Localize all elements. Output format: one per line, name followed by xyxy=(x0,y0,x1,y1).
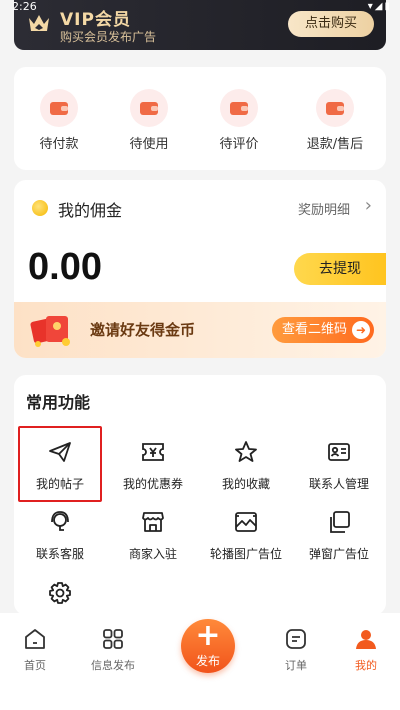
wallet-icon xyxy=(40,89,78,127)
contact-card-icon xyxy=(328,443,350,461)
nav-label: 订单 xyxy=(285,659,307,672)
order-pending-payment[interactable]: 待付款 xyxy=(24,89,94,152)
order-to-use[interactable]: 待使用 xyxy=(114,89,184,152)
order-label: 退款/售后 xyxy=(306,137,364,152)
vip-title: VIP会员 xyxy=(60,10,131,30)
func-contact-management[interactable]: 联系人管理 xyxy=(294,439,384,492)
store-icon xyxy=(142,512,164,532)
publish-label: 发布 xyxy=(195,654,220,668)
functions-card: 常用功能 我的帖子 我的优惠券 我的收藏 联系人管理 联系客服 商家入驻 轮播图… xyxy=(14,375,386,615)
func-label: 我的优惠券 xyxy=(122,477,183,491)
func-my-coupons[interactable]: 我的优惠券 xyxy=(108,439,198,492)
nav-info-publish[interactable]: 信息发布 xyxy=(78,627,148,673)
user-icon xyxy=(356,630,376,649)
func-label: 轮播图广告位 xyxy=(209,547,282,561)
func-merchant-join[interactable]: 商家入驻 xyxy=(108,509,198,562)
func-label: 联系人管理 xyxy=(308,477,369,491)
nav-label: 首页 xyxy=(24,659,46,672)
withdraw-button[interactable]: 去提现 xyxy=(294,253,386,285)
order-to-review[interactable]: 待评价 xyxy=(204,89,274,152)
nav-orders[interactable]: 订单 xyxy=(261,627,331,673)
status-icons: ▾◢▮ xyxy=(367,1,392,12)
func-customer-service[interactable]: 联系客服 xyxy=(15,509,105,562)
commission-title: 我的佣金 xyxy=(58,201,123,220)
publish-button[interactable]: + 发布 xyxy=(181,619,235,673)
func-label: 弹窗广告位 xyxy=(308,547,369,561)
coupon-icon xyxy=(142,443,164,461)
chevron-right-icon[interactable]: › xyxy=(365,195,372,216)
invite-banner[interactable]: 邀请好友得金币 查看二维码 ➜ xyxy=(14,302,386,358)
reward-detail-link[interactable]: 奖励明细 xyxy=(298,199,350,218)
crown-icon xyxy=(29,15,49,31)
order-refund[interactable]: 退款/售后 xyxy=(300,89,370,152)
wallet-icon xyxy=(220,89,258,127)
order-label: 待使用 xyxy=(129,137,169,152)
order-icon xyxy=(286,629,306,649)
order-label: 待付款 xyxy=(39,137,79,152)
func-label: 商家入驻 xyxy=(128,547,177,561)
plus-icon: + xyxy=(195,618,221,653)
vip-banner[interactable]: 2:26 ▾◢▮ VIP会员 购买会员发布广告 点击购买 xyxy=(12,0,390,50)
wallet-icon xyxy=(130,89,168,127)
grid-icon xyxy=(103,629,123,649)
order-label: 待评价 xyxy=(219,137,259,152)
func-my-favorites[interactable]: 我的收藏 xyxy=(201,439,291,492)
nav-mine[interactable]: 我的 xyxy=(331,627,400,673)
view-qr-label: 查看二维码 xyxy=(282,322,348,337)
arrow-right-icon: ➜ xyxy=(352,321,370,339)
coin-icon xyxy=(32,200,48,216)
bottom-nav: 首页 信息发布 + 发布 订单 我的 xyxy=(0,613,400,710)
commission-amount: 0.00 xyxy=(28,246,102,288)
func-settings[interactable] xyxy=(15,581,105,607)
orders-card: 待付款 待使用 待评价 退款/售后 xyxy=(14,67,386,170)
nav-label: 我的 xyxy=(355,659,377,672)
red-envelope-icon xyxy=(30,316,70,347)
vip-subtitle: 购买会员发布广告 xyxy=(60,30,157,44)
star-icon xyxy=(235,441,257,462)
commission-card: 我的佣金 奖励明细 › 0.00 去提现 邀请好友得金币 查看二维码 ➜ xyxy=(14,180,386,358)
func-carousel-ad[interactable]: 轮播图广告位 xyxy=(201,509,291,562)
wallet-icon xyxy=(316,89,354,127)
nav-label: 信息发布 xyxy=(91,659,135,672)
nav-home[interactable]: 首页 xyxy=(0,627,70,673)
selection-highlight xyxy=(18,426,102,502)
func-popup-ad[interactable]: 弹窗广告位 xyxy=(294,509,384,562)
func-label: 联系客服 xyxy=(35,547,84,561)
headset-icon xyxy=(51,511,69,531)
invite-text: 邀请好友得金币 xyxy=(90,321,196,339)
buy-vip-button[interactable]: 点击购买 xyxy=(288,11,374,37)
func-label: 我的收藏 xyxy=(221,477,270,491)
image-icon xyxy=(235,512,257,532)
view-qr-button[interactable]: 查看二维码 ➜ xyxy=(272,317,374,343)
copy-icon xyxy=(330,511,350,533)
gear-icon xyxy=(49,582,71,604)
home-icon xyxy=(25,629,45,649)
functions-title: 常用功能 xyxy=(26,393,91,412)
